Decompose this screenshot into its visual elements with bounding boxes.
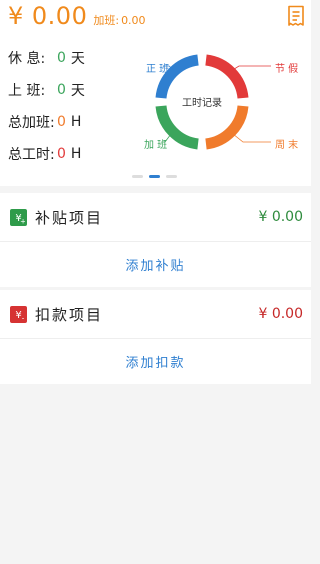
segment-label-holiday: 节 假 [275, 64, 299, 75]
stat-unit: 天 [70, 83, 85, 99]
stat-label: 总工时: [8, 147, 55, 163]
overtime-label: 加班: [93, 14, 120, 27]
stat-total-hours: 总工时: 0 H [8, 144, 85, 164]
stat-value: 0 [57, 82, 66, 98]
stat-value: 0 [57, 146, 66, 162]
add-allowance-button[interactable]: 添加补贴 [0, 242, 311, 287]
page-dot-active[interactable] [149, 175, 160, 178]
stat-unit: 天 [70, 51, 85, 67]
stat-label: 总加班: [8, 115, 55, 131]
deduction-header[interactable]: ¥ - 扣款项目 ¥ 0.00 [0, 290, 311, 339]
add-allowance-icon: ¥ + [10, 208, 27, 226]
stat-overtime: 总加班: 0 H [8, 112, 85, 132]
svg-text:+: + [20, 217, 25, 224]
donut-center-label: 工时记录 [182, 97, 222, 109]
donut-segment-weekend [205, 105, 249, 150]
allowance-card: ¥ + 补贴项目 ¥ 0.00 添加补贴 [0, 193, 311, 287]
stats-list: 休 息: 0 天 上 班: 0 天 总加班: 0 H 总工时: 0 H [8, 48, 85, 176]
page-dot[interactable] [132, 175, 143, 178]
stat-work: 上 班: 0 天 [8, 80, 85, 100]
work-hours-chart[interactable]: 工时记录 正 班 节 假 周 末 加 班 [139, 54, 311, 166]
total-amount: ¥ 0.00 [8, 2, 88, 30]
stat-unit: H [70, 146, 82, 162]
total-amount-row: ¥ 0.00 加班: 0.00 [8, 2, 146, 30]
summary-panel: ¥ 0.00 加班: 0.00 休 息: 0 天 上 班: 0 天 总加班: 0… [0, 0, 311, 186]
document-icon[interactable] [286, 5, 306, 27]
allowance-title: 补贴项目 [35, 208, 104, 227]
page-indicator [132, 175, 177, 178]
deduction-icon: ¥ - [10, 305, 27, 323]
svg-text:-: - [22, 314, 25, 321]
stat-value: 0 [57, 114, 66, 130]
deduction-card: ¥ - 扣款项目 ¥ 0.00 添加扣款 [0, 290, 311, 384]
stat-label: 休 息: [8, 51, 46, 67]
segment-label-overtime: 加 班 [144, 140, 168, 151]
stat-unit: H [70, 114, 82, 130]
allowance-header[interactable]: ¥ + 补贴项目 ¥ 0.00 [0, 193, 311, 242]
deduction-amount: ¥ 0.00 [258, 306, 303, 322]
segment-label-regular: 正 班 [146, 64, 170, 75]
overtime-value: 0.00 [121, 14, 146, 27]
add-deduction-button[interactable]: 添加扣款 [0, 339, 311, 384]
allowance-amount: ¥ 0.00 [258, 209, 303, 225]
deduction-title: 扣款项目 [35, 305, 104, 324]
stat-rest: 休 息: 0 天 [8, 48, 85, 68]
segment-label-weekend: 周 末 [275, 140, 299, 151]
donut-segment-holiday [205, 54, 249, 99]
stat-label: 上 班: [8, 83, 46, 99]
page-dot[interactable] [166, 175, 177, 178]
stat-value: 0 [57, 50, 66, 66]
svg-text:¥: ¥ [15, 310, 21, 321]
